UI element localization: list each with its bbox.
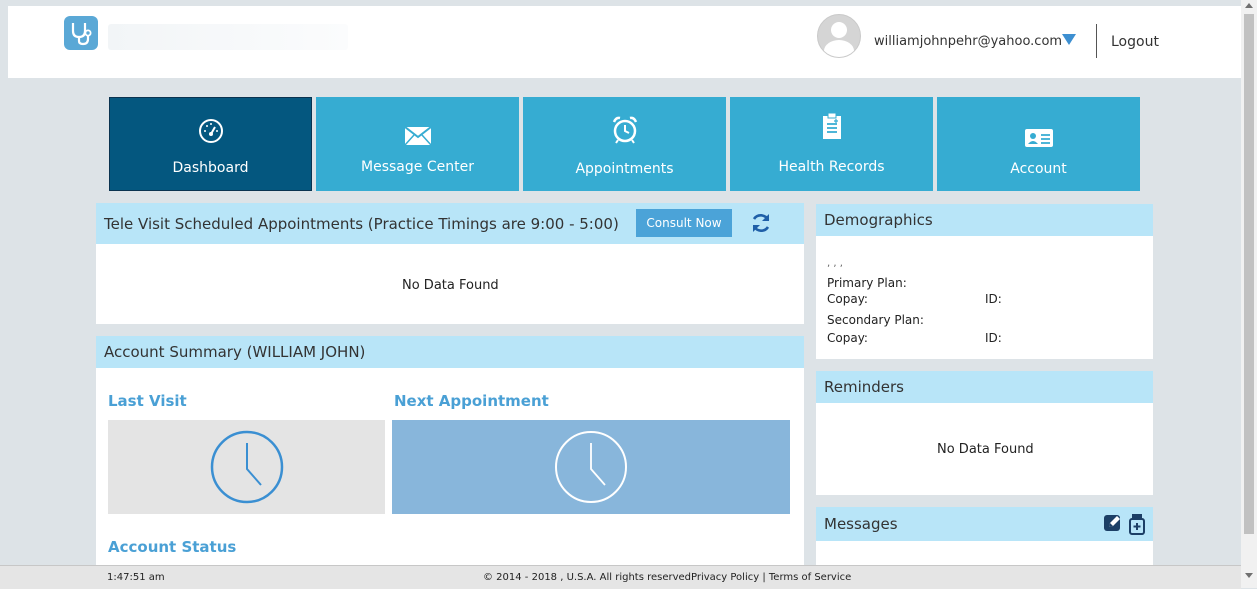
main-nav: Dashboard Message Center Appointments He… — [109, 97, 1140, 191]
next-appointment-label: Next Appointment — [394, 392, 549, 410]
primary-plan-label: Primary Plan: — [827, 276, 907, 290]
alarm-clock-icon — [523, 115, 726, 145]
nav-tile-appointments[interactable]: Appointments — [523, 97, 726, 191]
user-email[interactable]: williamjohnpehr@yahoo.com — [874, 34, 1062, 49]
copay-label: Copay: — [827, 331, 868, 345]
id-label: ID: — [985, 292, 1002, 306]
next-appointment-card[interactable] — [392, 420, 790, 514]
account-summary-header: Account Summary (WILLIAM JOHN) — [96, 336, 804, 368]
nav-tile-label: Message Center — [361, 159, 474, 175]
next-appointment-clock-icon — [555, 431, 627, 503]
page-scrollbar[interactable] — [1241, 0, 1257, 588]
reminders-header: Reminders — [816, 371, 1153, 403]
secondary-plan-label: Secondary Plan: — [827, 313, 924, 327]
nav-tile-label: Health Records — [778, 159, 885, 175]
demographics-header: Demographics — [816, 204, 1153, 236]
last-visit-card[interactable] — [108, 420, 385, 514]
reminders-panel: Reminders No Data Found — [816, 371, 1153, 495]
header-divider — [1096, 24, 1097, 58]
nav-tile-account[interactable]: Account — [937, 97, 1140, 191]
nav-tile-label: Account — [1010, 161, 1067, 177]
footer-copyright: © 2014 - 2018 , U.S.A. All rights reserv… — [483, 572, 695, 583]
last-visit-label: Last Visit — [108, 392, 187, 410]
logout-link[interactable]: Logout — [1111, 34, 1159, 50]
account-status-label: Account Status — [108, 538, 237, 556]
scrollbar-thumb[interactable] — [1244, 14, 1254, 534]
nav-tile-message-center[interactable]: Message Center — [316, 97, 519, 191]
footer-links[interactable]: Privacy Policy | Terms of Service — [691, 572, 851, 583]
clipboard-icon — [730, 111, 933, 141]
nav-tile-dashboard[interactable]: Dashboard — [109, 97, 312, 191]
top-header: williamjohnpehr@yahoo.com Logout — [8, 6, 1241, 78]
account-summary-title: Account Summary (WILLIAM JOHN) — [104, 343, 366, 361]
televisit-title: Tele Visit Scheduled Appointments (Pract… — [104, 214, 619, 233]
footer-time: 1:47:51 am — [107, 572, 165, 583]
scroll-up-arrow-icon[interactable] — [1245, 3, 1253, 8]
page-footer: 1:47:51 am © 2014 - 2018 , U.S.A. All ri… — [0, 565, 1241, 589]
demographics-panel: Demographics , , , Primary Plan: Copay: … — [816, 204, 1153, 359]
user-avatar[interactable] — [817, 14, 861, 58]
account-summary-panel: Account Summary (WILLIAM JOHN) Last Visi… — [96, 336, 804, 565]
televisit-empty-text: No Data Found — [402, 278, 499, 293]
id-card-icon — [937, 123, 1140, 153]
nav-tile-label: Dashboard — [172, 160, 249, 176]
id-label: ID: — [985, 331, 1002, 345]
demographics-title: Demographics — [824, 211, 933, 229]
consult-now-button[interactable]: Consult Now — [636, 209, 732, 237]
televisit-panel: Tele Visit Scheduled Appointments (Pract… — [96, 203, 804, 324]
messages-actions — [1103, 513, 1145, 535]
scroll-down-arrow-icon[interactable] — [1245, 573, 1253, 578]
dashboard-gauge-icon — [110, 116, 311, 146]
prescription-bottle-icon[interactable] — [1129, 513, 1145, 535]
copay-label: Copay: — [827, 292, 868, 306]
reminders-empty-text: No Data Found — [937, 442, 1034, 457]
messages-title: Messages — [824, 515, 898, 533]
demographics-name-line: , , , — [827, 258, 843, 269]
stethoscope-logo-icon[interactable] — [64, 16, 98, 50]
logo-wordmark — [108, 24, 348, 50]
last-visit-clock-icon — [210, 430, 283, 504]
refresh-icon[interactable] — [750, 212, 772, 238]
envelope-icon — [316, 121, 519, 151]
user-menu-caret-icon[interactable] — [1062, 34, 1076, 45]
nav-tile-label: Appointments — [575, 161, 674, 177]
compose-edit-icon[interactable] — [1103, 513, 1123, 533]
reminders-title: Reminders — [824, 378, 904, 396]
messages-panel: Messages — [816, 507, 1153, 565]
nav-tile-health-records[interactable]: Health Records — [730, 97, 933, 191]
